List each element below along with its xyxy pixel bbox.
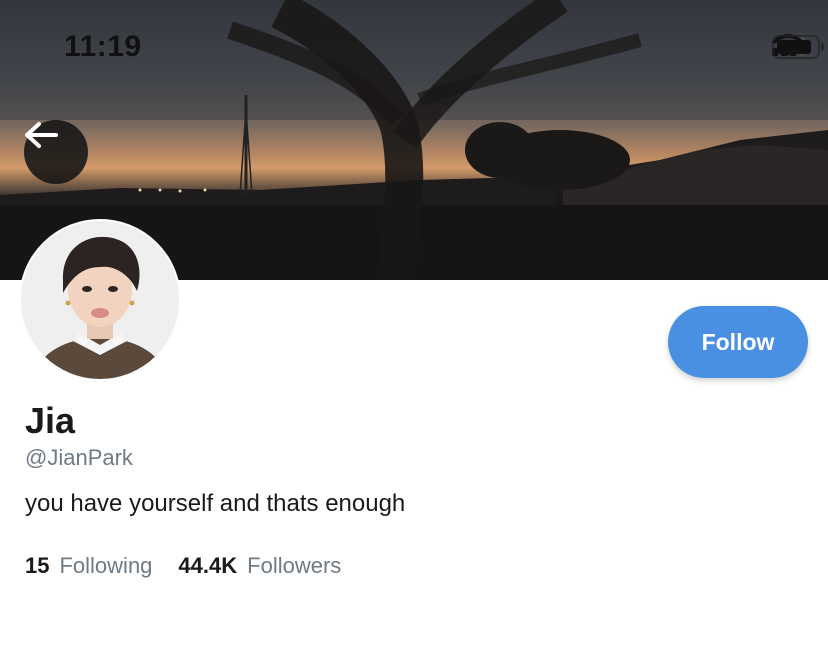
following-label: Following [59, 553, 153, 578]
followers-label: Followers [247, 553, 342, 578]
profile-avatar[interactable] [19, 219, 181, 381]
arrow-left-icon [25, 122, 58, 148]
status-bar: 11:19 [0, 0, 828, 100]
following-stat-link[interactable]: 15 Following [25, 553, 152, 579]
profile-display-name: Jia [25, 400, 76, 441]
avatar-portrait-image [21, 221, 179, 379]
profile-bio: you have yourself and thats enough [25, 490, 406, 517]
following-count: 15 [25, 553, 50, 578]
profile-stats: 15 Following 44.4K Followers [25, 553, 367, 579]
back-button[interactable] [24, 120, 88, 184]
status-time: 11:19 [64, 30, 142, 63]
follow-button[interactable]: Follow [668, 306, 808, 378]
followers-count: 44.4K [178, 553, 238, 578]
followers-stat-link[interactable]: 44.4K Followers [178, 553, 341, 579]
profile-handle: @JianPark [25, 445, 133, 470]
